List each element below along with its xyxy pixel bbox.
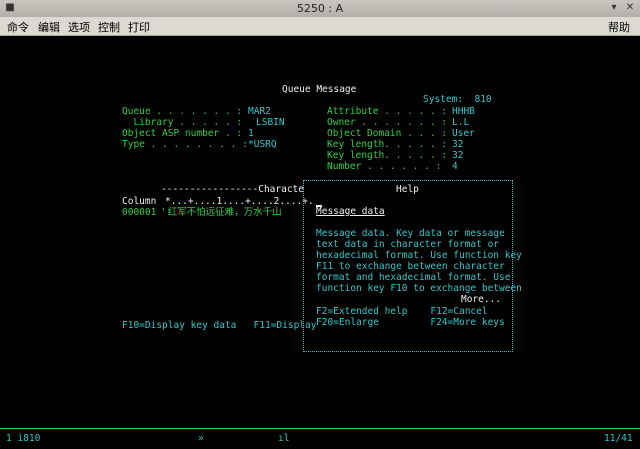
number-value: 4 bbox=[452, 161, 458, 172]
status-session: 1 i810 bbox=[6, 433, 41, 444]
minimize-icon[interactable]: ▾ bbox=[607, 1, 621, 15]
menu-print[interactable]: 打印 bbox=[128, 19, 150, 35]
help-keys-2: F20=Enlarge F24=More keys bbox=[316, 317, 505, 328]
system-name: System: 810 bbox=[423, 94, 492, 105]
terminal-screen[interactable]: Queue Message System: 810 Queue . . . . … bbox=[0, 36, 640, 428]
help-title: Help bbox=[396, 184, 419, 195]
window-titlebar: ■ 5250 : A ▾ ✕ bbox=[0, 0, 640, 18]
menu-control[interactable]: 控制 bbox=[98, 19, 120, 35]
screen-header: Queue Message bbox=[282, 84, 357, 95]
window-title: 5250 : A bbox=[296, 2, 344, 15]
type-value: *USRQ bbox=[248, 139, 277, 150]
number-label: Number . . . . . . : bbox=[327, 161, 442, 172]
help-more: More... bbox=[461, 294, 502, 305]
status-signal-icon: ıl bbox=[278, 433, 290, 444]
menu-edit[interactable]: 编辑 bbox=[38, 19, 60, 35]
ruler-title: -----------------Characte bbox=[161, 184, 304, 195]
status-cursor-position: 11/41 bbox=[604, 433, 633, 444]
library-value: LSBIN bbox=[256, 117, 285, 128]
row-data: ' 红军不怕远征难，万水千山 bbox=[162, 207, 282, 218]
type-label: Type . . . . . . . . : bbox=[122, 139, 248, 150]
status-bar: 1 i810 » ıl 11/41 bbox=[0, 428, 640, 449]
menu-command[interactable]: 命令 bbox=[7, 19, 29, 35]
close-icon[interactable]: ✕ bbox=[623, 1, 637, 15]
function-keys: F10=Display key data F11=Display bbox=[122, 320, 317, 331]
row-number: 000001 bbox=[122, 207, 157, 218]
help-topic[interactable]: Message data bbox=[316, 206, 385, 218]
menu-help[interactable]: 帮助 bbox=[608, 19, 630, 35]
status-arrow-icon: » bbox=[198, 433, 204, 444]
menu-options[interactable]: 选项 bbox=[68, 19, 90, 35]
menu-bar: 命令 编辑 选项 控制 打印 帮助 bbox=[0, 17, 640, 36]
help-window: Help Message data Message data. Key data… bbox=[303, 180, 522, 352]
